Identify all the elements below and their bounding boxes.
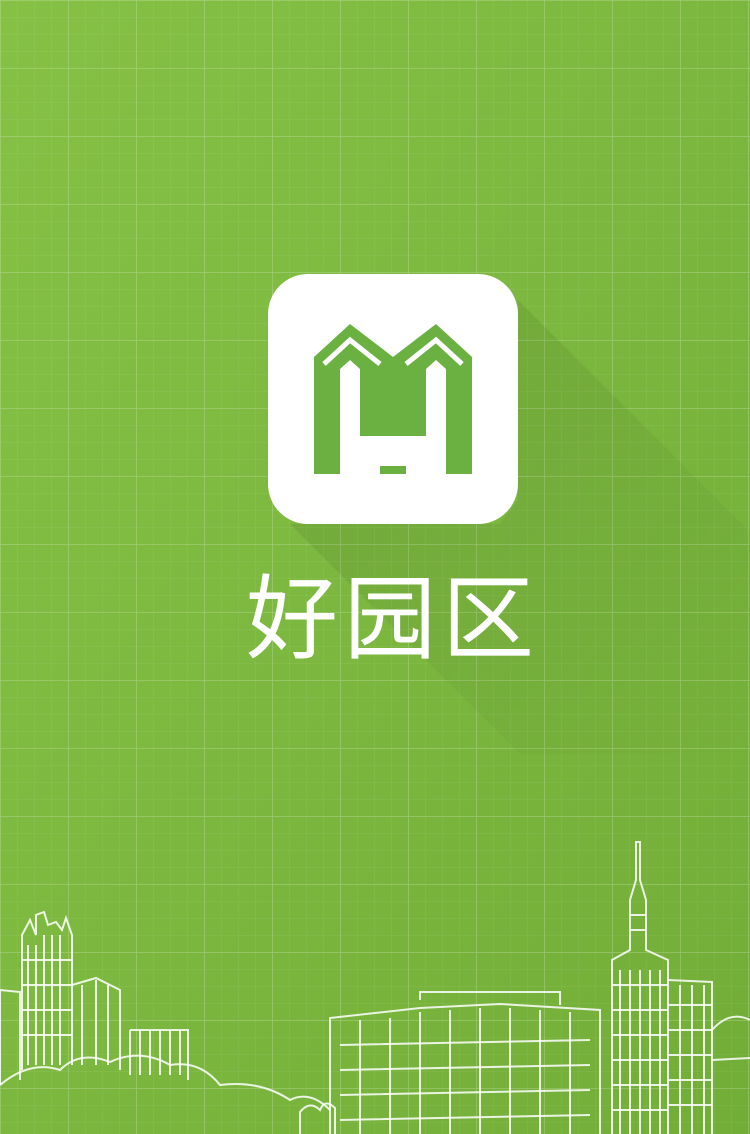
hh-building-logo-icon [314, 324, 472, 474]
app-name-title: 好园区 [245, 566, 540, 673]
splash-screen: 好园区 [0, 0, 750, 1134]
city-skyline-illustration [0, 841, 750, 1134]
app-logo-tile [268, 274, 518, 524]
